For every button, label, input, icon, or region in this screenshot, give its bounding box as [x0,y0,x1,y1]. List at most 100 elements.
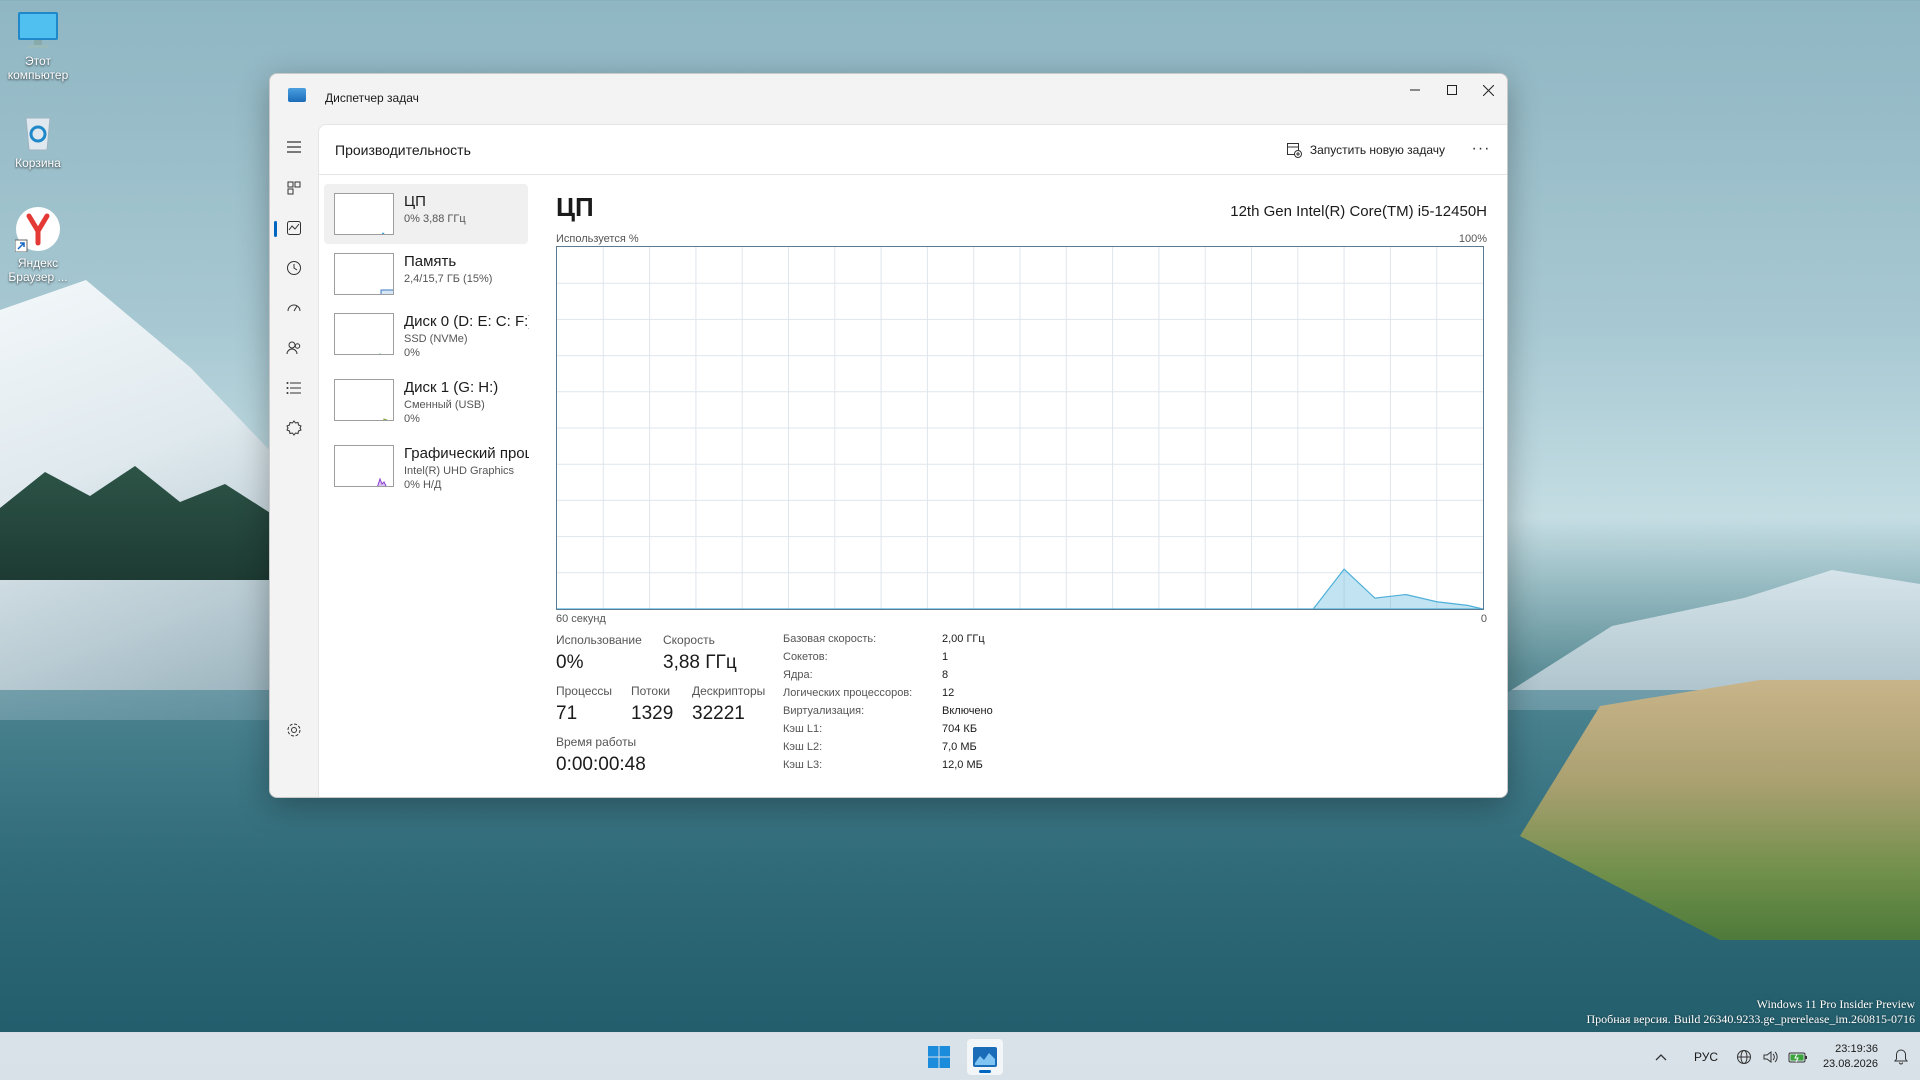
maximize-icon [1446,85,1457,95]
cpu-usage-graph [556,246,1484,610]
nav-rail [270,124,318,797]
page-header: Производительность Запустить новую задач… [319,125,1507,175]
perf-item-subtitle: 0% 3,88 ГГц [404,213,466,225]
run-task-icon [1286,143,1302,158]
spec-key: Базовая скорость: [783,633,877,645]
spec-value: 1 [942,651,949,663]
nav-startup[interactable] [278,292,310,324]
maximize-button[interactable] [1433,74,1470,106]
graph-x-end-label: 0 [1480,613,1487,625]
detail-title: ЦП [556,192,594,222]
spec-value: Включено [942,705,993,717]
handles-value: 32221 [692,703,745,724]
perf-item-title: Диск 0 (D: E: C: F:) [404,313,529,330]
spec-key: Кэш L2: [783,741,823,753]
windows-start-icon[interactable] [927,1045,951,1069]
graph-x-label: 60 секунд [556,613,606,625]
perf-item-cpu[interactable]: ЦП 0% 3,88 ГГц [324,184,528,244]
usage-label: Использование [556,633,642,647]
threads-label: Потоки [631,684,671,698]
perf-item-subtitle: Сменный (USB) [404,399,485,411]
minimize-button[interactable] [1396,74,1433,106]
taskbar: РУС 23:19:36 23.08.2026 [0,1032,1920,1080]
battery-charging-icon [1788,1052,1807,1063]
spec-key: Ядра: [783,669,813,681]
uptime-value: 0:00:00:48 [556,754,646,775]
disk0-thumbnail-graph [334,313,394,355]
monitor-icon [18,12,58,48]
spec-value: 2,00 ГГц [942,633,985,645]
perf-item-disk-0[interactable]: Диск 0 (D: E: C: F:) SSD (NVMe) 0% [324,304,529,364]
spec-key: Виртуализация: [783,705,865,717]
desktop-icon-label: Корзина [15,156,61,170]
spec-key: Сокетов: [783,651,828,663]
perf-item-subtitle: SSD (NVMe) [404,333,468,345]
perf-item-subtitle: Intel(R) UHD Graphics [404,465,515,477]
speed-value: 3,88 ГГц [663,652,737,673]
nav-settings[interactable] [278,714,310,746]
perf-item-memory[interactable]: Память 2,4/15,7 ГБ (15%) [324,244,528,304]
show-hidden-icons-button[interactable] [1655,1033,1667,1080]
watermark-line2: Пробная версия. Build 26340.9233.ge_prer… [1586,1012,1915,1026]
speaker-icon [1763,1051,1778,1063]
performance-list: ЦП 0% 3,88 ГГц Память 2,4/15,7 ГБ (15%) … [319,176,537,797]
services-icon [286,420,302,436]
nav-hamburger-button[interactable] [278,131,310,163]
settings-icon [287,723,301,737]
desktop-icon-recycle-bin[interactable]: Корзина [2,110,74,170]
nav-performance[interactable] [274,212,310,244]
nav-processes[interactable] [278,172,310,204]
spec-key: Кэш L1: [783,723,823,735]
close-icon [1483,84,1494,96]
spec-value: 8 [942,669,949,681]
spec-value: 704 КБ [942,723,978,735]
app-history-icon [287,261,301,275]
main-content: Производительность Запустить новую задач… [318,124,1507,797]
yandex-browser-icon [15,207,60,252]
gpu-thumbnail-graph [334,445,394,487]
spec-value: 7,0 МБ [942,741,977,753]
nav-users[interactable] [278,332,310,364]
notification-bell-icon [1894,1049,1908,1065]
nav-details[interactable] [278,372,310,404]
chevron-up-icon [1655,1054,1667,1061]
desktop-icon-label: Яндекс Браузер ... [8,256,68,284]
run-new-task-button[interactable]: Запустить новую задачу [1286,139,1445,161]
spec-value: 12,0 МБ [942,759,983,771]
taskbar-task-manager-button[interactable] [967,1039,1003,1075]
task-manager-window: Диспетчер задач Производительность Запус… [269,73,1508,798]
title-bar[interactable]: Диспетчер задач [270,74,1507,124]
perf-item-value: 0% Н/Д [404,479,442,491]
spec-value: 12 [942,687,955,699]
perf-item-title: Память [404,253,457,270]
desktop-icon-this-pc[interactable]: Этот компьютер [2,10,74,82]
perf-item-disk-1[interactable]: Диск 1 (G: H:) Сменный (USB) 0% [324,370,528,430]
recycle-bin-icon [25,117,51,151]
clock[interactable]: 23:19:36 23.08.2026 [1823,1042,1878,1072]
language-indicator[interactable]: РУС [1694,1033,1718,1080]
disk1-thumbnail-graph [334,379,394,421]
spec-key: Кэш L3: [783,759,823,771]
nav-services[interactable] [278,412,310,444]
perf-item-subtitle: 2,4/15,7 ГБ (15%) [404,273,493,285]
minimize-icon [1409,89,1420,91]
graph-y-label: Используется % [556,233,639,245]
cpu-model-name: 12th Gen Intel(R) Core(TM) i5-12450H [1230,203,1487,220]
perf-item-gpu[interactable]: Графический процессор Intel(R) UHD Graph… [324,436,529,496]
system-tray-quick-settings[interactable] [1736,1033,1808,1080]
cpu-detail-panel: ЦП 12th Gen Intel(R) Core(TM) i5-12450H … [551,176,1487,797]
close-button[interactable] [1470,74,1507,106]
desktop-icon-yandex-browser[interactable]: Яндекс Браузер ... [2,206,74,284]
more-icon: ··· [1471,140,1491,157]
perf-item-title: Диск 1 (G: H:) [404,379,499,396]
usage-value: 0% [556,652,584,673]
run-task-label: Запустить новую задачу [1309,143,1445,157]
clock-date: 23.08.2026 [1822,1058,1878,1070]
perf-item-title: ЦП [404,193,426,210]
processes-icon [287,181,301,195]
perf-item-value: 0% [404,347,420,359]
threads-value: 1329 [631,703,674,724]
notifications-button[interactable] [1894,1033,1908,1080]
nav-app-history[interactable] [278,252,310,284]
more-options-button[interactable]: ··· [1469,137,1493,161]
